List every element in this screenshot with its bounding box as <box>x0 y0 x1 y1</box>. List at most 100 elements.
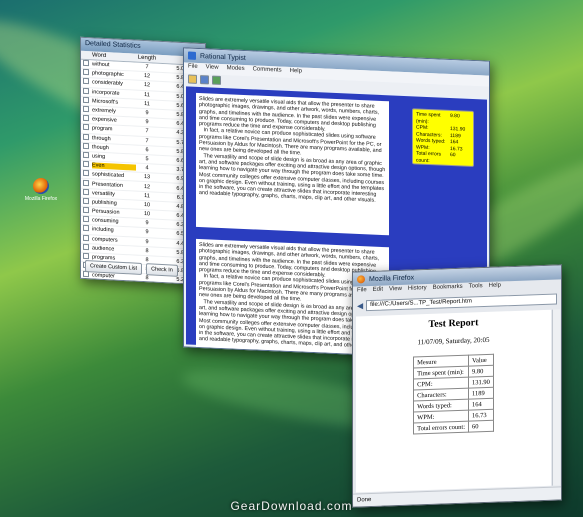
ff-menu-file[interactable]: File <box>357 287 367 296</box>
length-cell: 13 <box>143 174 151 181</box>
menu-help[interactable]: Help <box>290 68 302 78</box>
word-cell: consuming <box>92 217 119 226</box>
table-row: Total errors count: 60 <box>413 420 494 435</box>
source-text-pane: Slides are extremely versatile visual ai… <box>196 92 389 236</box>
length-cell: 10 <box>143 211 151 218</box>
word-cell: through <box>92 134 111 142</box>
word-cell: using <box>92 153 106 160</box>
row-checkbox[interactable] <box>83 59 89 67</box>
col-word[interactable]: Word <box>92 52 136 60</box>
word-cell: computers <box>92 235 118 244</box>
length-cell: 12 <box>143 183 151 190</box>
word-cell: including <box>92 226 114 234</box>
row-checkbox[interactable] <box>83 197 89 205</box>
stat-row: Total errors count: 60 <box>416 150 456 164</box>
word-cell: publishing <box>92 199 117 207</box>
ff-menu-bookmarks[interactable]: Bookmarks <box>433 284 463 294</box>
col-length[interactable]: Length <box>136 55 158 62</box>
firefox-icon <box>33 178 49 194</box>
desktop-icon-label: Mozilla Firefox <box>24 196 58 202</box>
vertical-scrollbar[interactable] <box>552 309 560 486</box>
word-cell: photographic <box>92 70 124 79</box>
word-cell: Microsoft's <box>92 98 119 106</box>
ff-menu-tools[interactable]: Tools <box>469 283 483 292</box>
menu-file[interactable]: File <box>188 64 198 73</box>
row-checkbox[interactable] <box>83 225 89 232</box>
word-cell: extremely <box>92 107 116 115</box>
row-checkbox[interactable] <box>83 243 89 251</box>
word-cell: incorporate <box>92 88 120 97</box>
length-cell: 7 <box>145 64 149 71</box>
row-checkbox[interactable] <box>83 271 89 278</box>
length-cell: 11 <box>144 192 150 200</box>
word-cell: Presentation <box>92 180 123 189</box>
length-cell: 7 <box>145 128 149 135</box>
row-checkbox[interactable] <box>83 133 89 140</box>
firefox-window: Mozilla Firefox File Edit View History B… <box>352 264 562 508</box>
back-icon[interactable]: ◀ <box>357 301 363 310</box>
row-checkbox[interactable] <box>83 188 89 195</box>
length-cell: 10 <box>143 201 151 209</box>
open-icon[interactable] <box>188 74 197 84</box>
length-cell: 11 <box>144 100 150 108</box>
row-checkbox[interactable] <box>83 115 89 122</box>
check-in-button[interactable]: Check In <box>146 263 178 277</box>
length-cell: 5 <box>145 156 149 163</box>
word-cell: program <box>92 125 113 133</box>
row-checkbox[interactable] <box>83 96 89 104</box>
row-checkbox[interactable] <box>83 170 89 177</box>
row-checkbox[interactable] <box>83 161 89 168</box>
row-checkbox[interactable] <box>83 206 89 214</box>
row-checkbox[interactable] <box>83 87 89 94</box>
length-cell: 11 <box>144 91 150 99</box>
row-checkbox[interactable] <box>83 179 89 186</box>
row-checkbox[interactable] <box>83 78 89 85</box>
word-cell: expensive <box>92 116 117 124</box>
word-cell: versatility <box>92 190 115 198</box>
length-cell: 9 <box>145 238 149 245</box>
save-icon[interactable] <box>200 75 209 85</box>
row-checkbox[interactable] <box>83 252 89 260</box>
report-datetime: 11/07/09, Saturday, 20:05 <box>417 335 490 347</box>
length-cell: 4 <box>145 165 149 172</box>
row-checkbox[interactable] <box>83 142 89 149</box>
word-cell: Even <box>92 162 136 171</box>
length-cell: 8 <box>145 275 149 282</box>
length-cell: 6 <box>145 146 149 154</box>
report-page: Test Report 11/07/09, Saturday, 20:05 Me… <box>356 309 551 493</box>
row-checkbox[interactable] <box>83 124 89 131</box>
word-cell: Persuasion <box>92 208 120 216</box>
word-cell: sophisticated <box>92 171 125 180</box>
ff-menu-edit[interactable]: Edit <box>373 287 383 296</box>
length-cell: 12 <box>143 73 151 80</box>
app-icon <box>188 51 196 60</box>
report-table: Mesure Value Time spent (min): 9.80 CPM: 13… <box>413 354 494 435</box>
row-checkbox[interactable] <box>83 234 89 241</box>
ff-menu-history[interactable]: History <box>408 285 427 295</box>
watermark: GearDownload.com <box>230 499 353 513</box>
word-cell: though <box>92 144 109 151</box>
length-cell: 9 <box>145 220 149 227</box>
word-cell: considerably <box>92 79 123 88</box>
report-heading: Test Report <box>428 317 479 330</box>
length-cell: 7 <box>145 137 149 144</box>
length-cell: 9 <box>145 119 149 126</box>
row-checkbox[interactable] <box>83 151 89 159</box>
row-checkbox[interactable] <box>83 280 89 286</box>
results-panel: Time spent (min): 9.80 CPM: 131.90 Charact… <box>412 108 474 168</box>
row-checkbox[interactable] <box>83 105 89 113</box>
row-checkbox[interactable] <box>83 69 89 76</box>
word-cell: audience <box>92 245 115 253</box>
menu-modes[interactable]: Modes <box>227 65 245 75</box>
length-cell: 7 <box>136 284 158 286</box>
menu-view[interactable]: View <box>206 64 219 74</box>
ff-menu-help[interactable]: Help <box>489 282 501 291</box>
stats-icon[interactable] <box>212 75 221 85</box>
word-cell: lessons <box>92 282 136 285</box>
ff-menu-view[interactable]: View <box>389 286 402 295</box>
desktop-icon-firefox[interactable]: Mozilla Firefox <box>24 178 58 202</box>
menu-comments[interactable]: Comments <box>253 66 282 76</box>
length-cell: 9 <box>145 110 149 117</box>
row-checkbox[interactable] <box>83 216 89 223</box>
word-cell: without <box>92 61 110 69</box>
